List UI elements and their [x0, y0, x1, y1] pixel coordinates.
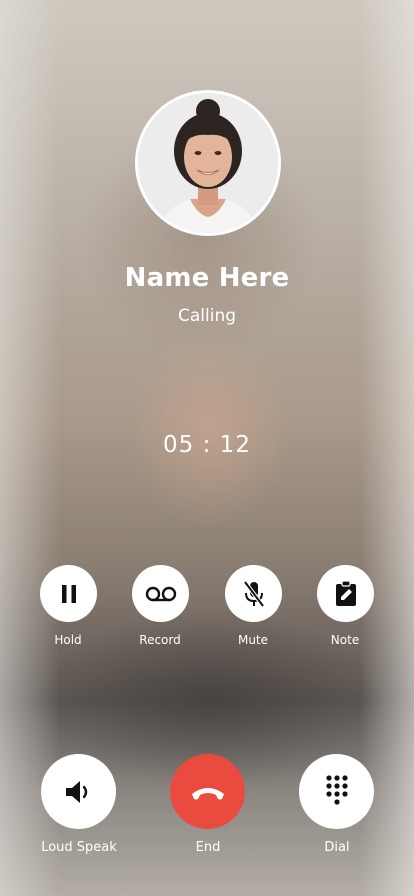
mute-button[interactable] — [225, 565, 282, 622]
loud-speak-button[interactable] — [41, 754, 116, 829]
record-button[interactable] — [132, 565, 189, 622]
note-icon — [335, 579, 356, 606]
record-label: Record — [139, 633, 181, 647]
speaker-icon — [65, 780, 87, 803]
end-label: End — [195, 840, 221, 855]
pause-icon — [61, 584, 76, 603]
contact-name: Name Here — [124, 263, 290, 293]
voicemail-icon — [145, 586, 176, 601]
hang-up-icon — [191, 787, 224, 799]
end-call-button[interactable] — [170, 754, 245, 829]
hold-button[interactable] — [40, 565, 97, 622]
call-timer: 05 : 12 — [163, 432, 251, 458]
avatar — [135, 90, 281, 236]
note-button[interactable] — [317, 565, 374, 622]
mic-off-icon — [242, 580, 265, 607]
mute-label: Mute — [237, 633, 269, 647]
call-status: Calling — [177, 306, 237, 326]
dial-label: Dial — [324, 840, 350, 855]
note-label: Note — [330, 633, 360, 647]
hold-label: Hold — [54, 633, 82, 647]
dialpad-icon — [325, 774, 348, 805]
dial-button[interactable] — [299, 754, 374, 829]
loud-speak-label: Loud Speak — [41, 840, 117, 855]
